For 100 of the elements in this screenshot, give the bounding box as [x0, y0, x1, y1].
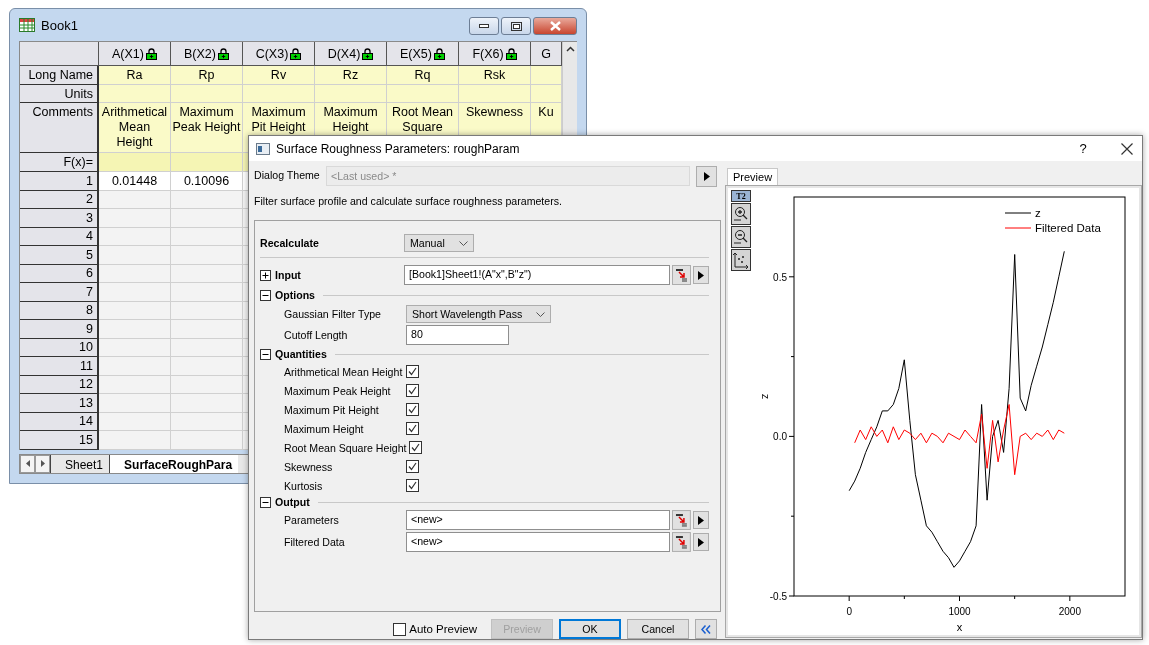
arrow-button[interactable] [693, 533, 709, 551]
range-picker-icon[interactable] [672, 510, 692, 530]
column-header[interactable]: E(X5) [387, 42, 459, 66]
column-header[interactable]: G [531, 42, 562, 66]
restore-icon [510, 21, 522, 31]
row-header[interactable]: 1 [20, 172, 99, 191]
checkbox[interactable] [406, 422, 419, 435]
field-label: Parameters [284, 514, 339, 526]
row-header[interactable]: 7 [20, 283, 99, 302]
rescale-icon [732, 251, 750, 269]
row-header[interactable]: 13 [20, 394, 99, 413]
close-icon [1121, 142, 1133, 155]
column-header[interactable]: C(X3) [243, 42, 315, 66]
row-header[interactable]: 15 [20, 431, 99, 450]
row-header[interactable]: Comments [20, 103, 99, 153]
sheet-tab[interactable]: SurfaceRoughPara [109, 454, 239, 473]
row-header[interactable]: Long Name [20, 66, 99, 85]
collapse-icon[interactable] [260, 289, 271, 301]
dialog-button[interactable]: Cancel [627, 619, 689, 639]
arrow-button[interactable] [696, 166, 717, 187]
dropdown[interactable]: Short Wavelength Pass [406, 305, 552, 323]
table-cell: Arithmetical Mean Height [99, 103, 171, 153]
zoom-in-button[interactable] [731, 203, 751, 225]
row-header[interactable]: 3 [20, 209, 99, 228]
checkbox[interactable] [406, 403, 419, 416]
lock-icon [145, 47, 157, 60]
expand-icon[interactable] [260, 269, 271, 281]
table-cell [171, 85, 243, 103]
column-header[interactable]: F(X6) [459, 42, 531, 66]
checkbox[interactable] [406, 365, 419, 378]
checkmark-icon [408, 386, 417, 395]
table-cell [99, 320, 171, 339]
table-cell: 0.10096 [171, 172, 243, 191]
column-header[interactable]: B(X2) [171, 42, 243, 66]
column-header[interactable]: A(X1) [99, 42, 171, 66]
table-cell [99, 85, 171, 103]
collapse-button[interactable] [695, 619, 717, 639]
table-cell [243, 85, 315, 103]
range-picker-icon[interactable] [672, 265, 691, 285]
row-header[interactable]: F(x)= [20, 153, 99, 172]
preview-tab[interactable]: Preview [727, 168, 779, 185]
arrow-button[interactable] [693, 511, 709, 529]
group-label: Options [275, 289, 316, 301]
table-cell: Rz [315, 66, 387, 85]
axis-title: z [760, 393, 772, 400]
input-field[interactable]: <new> [406, 510, 671, 530]
tick-label: 0.5 [773, 271, 787, 283]
dialog-button[interactable]: OK [559, 619, 621, 639]
triangle-icon [698, 537, 705, 547]
input-field[interactable]: 80 [406, 325, 509, 345]
checkbox[interactable] [393, 622, 407, 636]
collapse-icon[interactable] [260, 496, 271, 508]
checkbox[interactable] [406, 460, 419, 473]
checkmark-icon [408, 367, 417, 376]
tick-label: 0 [846, 606, 852, 617]
triangle-icon [698, 270, 704, 280]
scroll-right-button[interactable] [35, 454, 50, 473]
rescale-button[interactable] [731, 249, 751, 271]
zoom-out-button[interactable] [731, 226, 751, 248]
minimize-button[interactable] [469, 17, 499, 35]
help-button[interactable]: ? [1068, 141, 1098, 156]
table-cell: 0.01448 [99, 172, 171, 191]
description-text: Filter surface profile and calculate surface roughness parameters. [254, 195, 563, 208]
input-field[interactable]: [Book1]Sheet1!(A"x",B"z") [404, 265, 670, 285]
row-header[interactable]: 11 [20, 357, 99, 376]
group-label: Quantities [275, 348, 327, 360]
table-cell: Rq [387, 66, 459, 85]
table-cell: Rv [243, 66, 315, 85]
table-cell [99, 153, 171, 172]
field-label: Maximum Height [284, 422, 364, 435]
chevron-icon [536, 311, 546, 317]
table-cell [99, 357, 171, 376]
row-header[interactable]: Units [20, 85, 99, 103]
dropdown[interactable]: Manual [404, 234, 474, 252]
checkmark-icon [408, 424, 417, 433]
table-cell [99, 209, 171, 228]
arrow-button[interactable] [693, 266, 709, 284]
input-field[interactable]: <new> [406, 532, 671, 552]
column-header[interactable]: D(X4) [315, 42, 387, 66]
field-label: Recalculate [260, 237, 319, 249]
layer-button[interactable]: T2 [731, 190, 751, 202]
range-picker-icon[interactable] [672, 532, 692, 552]
row-header[interactable]: 5 [20, 246, 99, 265]
triangle-icon [703, 172, 710, 181]
restore-button[interactable] [501, 17, 531, 35]
checkbox[interactable] [408, 441, 422, 454]
field-label: Cutoff Length [284, 329, 348, 341]
table-cell [387, 85, 459, 103]
zoom-in-icon [732, 205, 750, 223]
field-label: Input [275, 269, 301, 281]
checkbox-label: Auto Preview [409, 623, 477, 635]
tick-label: -0.5 [769, 591, 787, 602]
scroll-left-button[interactable] [20, 454, 35, 473]
checkbox[interactable] [406, 479, 419, 492]
row-header[interactable]: 9 [20, 320, 99, 339]
table-cell [315, 85, 387, 103]
tick-label: 2000 [1058, 606, 1081, 617]
checkbox[interactable] [406, 384, 419, 397]
collapse-icon[interactable] [260, 348, 271, 360]
lock-icon [217, 47, 229, 60]
